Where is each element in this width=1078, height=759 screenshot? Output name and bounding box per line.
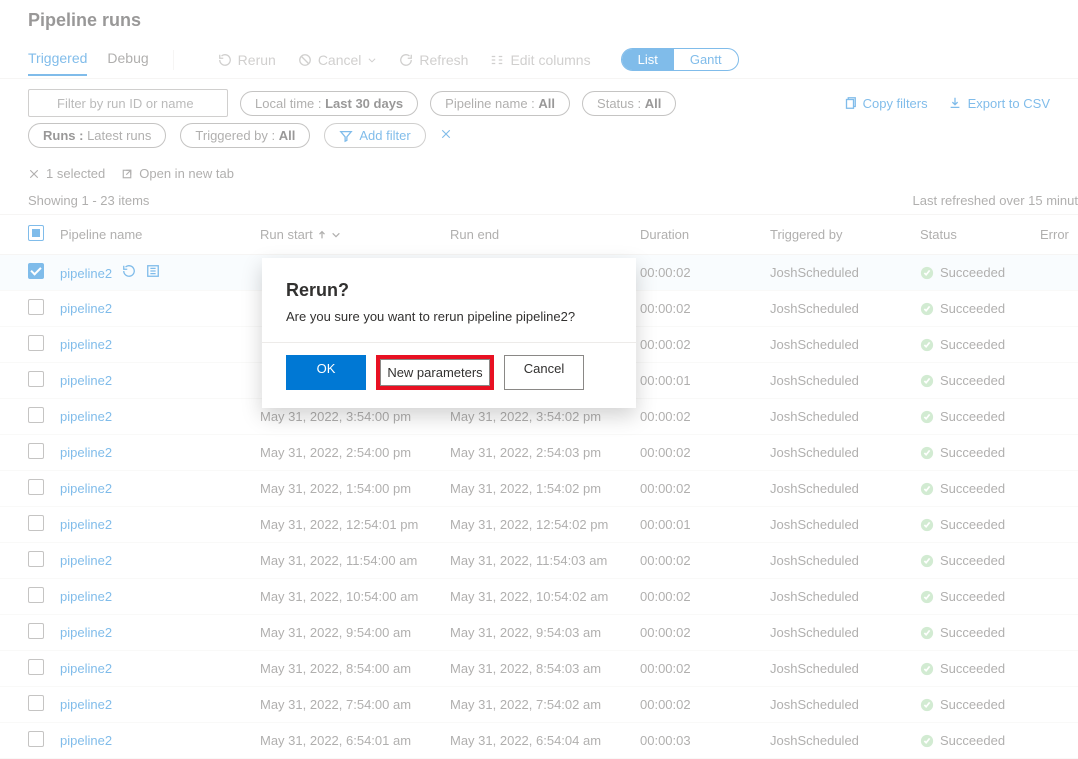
new-parameters-button[interactable]: New parameters <box>380 359 490 386</box>
ok-button[interactable]: OK <box>286 355 366 390</box>
modal-title: Rerun? <box>286 280 612 301</box>
rerun-modal: Rerun? Are you sure you want to rerun pi… <box>262 258 636 408</box>
modal-text: Are you sure you want to rerun pipeline … <box>286 309 612 324</box>
cancel-button[interactable]: Cancel <box>504 355 584 390</box>
